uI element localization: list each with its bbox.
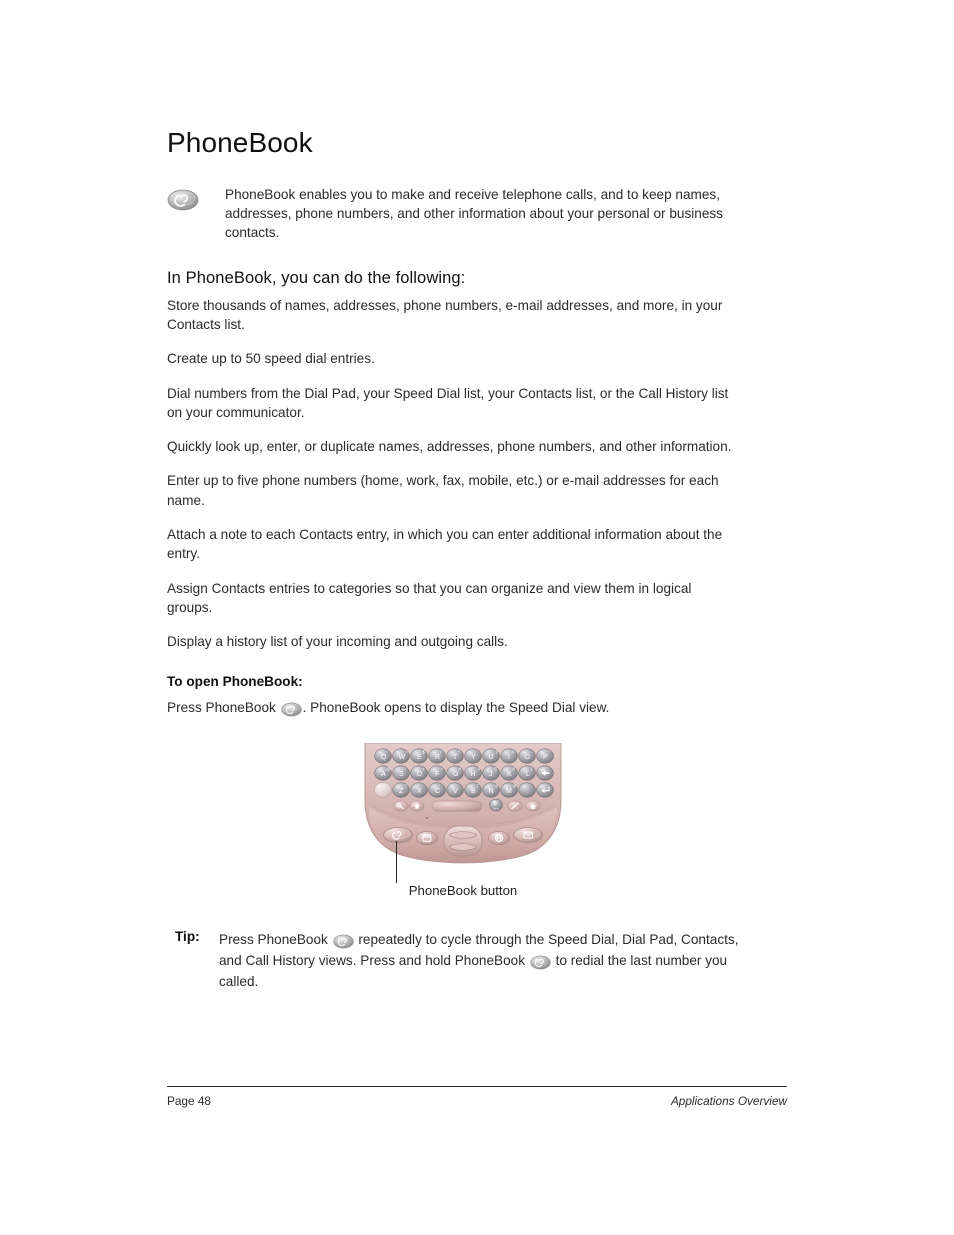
open-phonebook-instruction: Press PhoneBook . PhoneBook opens to dis… — [167, 698, 735, 717]
document-page: PhoneBook PhoneBook enables you to make … — [0, 0, 954, 1235]
list-item: Attach a note to each Contacts entry, in… — [167, 527, 723, 562]
five-way-navigator — [443, 825, 483, 857]
footer-page-number: Page 48 — [167, 1094, 211, 1108]
svg-text:D: D — [417, 771, 422, 778]
svg-text:P: P — [543, 754, 548, 761]
space-key — [431, 800, 483, 812]
open-text-before: Press PhoneBook — [167, 699, 276, 715]
phonebook-button-icon — [332, 934, 354, 949]
tip-text: Press PhoneBook repeatedly to cycle thro… — [219, 929, 759, 992]
intro-block: PhoneBook enables you to make and receiv… — [167, 185, 759, 243]
svg-text:@: @ — [387, 766, 391, 771]
svg-text:J: J — [489, 771, 493, 778]
svg-text:V: V — [453, 788, 458, 795]
svg-text:M: M — [506, 788, 512, 795]
svg-text:Y: Y — [471, 754, 476, 761]
features-list: Store thousands of names, addresses, pho… — [167, 296, 759, 652]
list-item: Create up to 50 speed dial entries. — [167, 351, 375, 367]
svg-text:S: S — [399, 771, 404, 778]
calendar-app-button — [416, 830, 438, 845]
callout-leader-line — [396, 840, 397, 883]
svg-text:Q: Q — [381, 754, 387, 761]
features-heading: In PhoneBook, you can do the following: — [167, 268, 466, 287]
treo-keyboard-illustration: Q ´ W ~ E $ R / T * Y ' U2 I3 O- P " A @ S — [357, 742, 569, 865]
svg-text:A: A — [381, 771, 386, 778]
phonebook-button-icon — [167, 189, 199, 211]
svg-text:W: W — [399, 754, 406, 761]
svg-text:R: R — [435, 754, 440, 761]
svg-text:G: G — [453, 771, 458, 778]
svg-text:F: F — [435, 771, 439, 778]
shift-blank-key — [374, 782, 392, 798]
shift-key — [409, 800, 425, 812]
list-item: Assign Contacts entries to categories so… — [167, 580, 692, 615]
svg-text:L: L — [526, 771, 530, 778]
svg-text:O: O — [525, 754, 531, 761]
svg-text:C: C — [435, 788, 440, 795]
figure-caption: PhoneBook button — [408, 882, 518, 898]
open-phonebook-heading: To open PhoneBook: — [167, 673, 303, 689]
list-item: Display a history list of your incoming … — [167, 634, 508, 650]
svg-text:N: N — [489, 788, 494, 795]
svg-text:!: ! — [405, 766, 406, 771]
open-phonebook-section: To open PhoneBook: Press PhoneBook . Pho… — [167, 674, 759, 717]
phone-app-button — [383, 826, 413, 843]
phonebook-button-icon — [280, 702, 302, 717]
page-footer: Page 48 Applications Overview — [167, 1086, 787, 1108]
list-item: Enter up to five phone numbers (home, wo… — [167, 473, 719, 508]
alt-key — [507, 800, 523, 812]
svg-text:.: . — [526, 788, 528, 795]
tip-block: Tip: Press PhoneBook repeatedly to cycle… — [167, 929, 759, 992]
intro-icon-wrap — [167, 185, 225, 212]
svg-text:E: E — [417, 754, 422, 761]
svg-text:X: X — [417, 788, 422, 795]
footer-section-name: Applications Overview — [670, 1094, 787, 1108]
svg-text:U: U — [489, 754, 494, 761]
phonebook-button-icon — [530, 955, 551, 970]
page-title: PhoneBook — [167, 127, 313, 158]
svg-text:Z: Z — [399, 788, 404, 795]
list-item: Quickly look up, enter, or duplicate nam… — [167, 439, 732, 455]
svg-text:H: H — [471, 771, 476, 778]
svg-text:I: I — [508, 754, 510, 761]
svg-text:B: B — [471, 788, 476, 795]
figure-callout: PhoneBook button — [167, 840, 759, 899]
svg-text:sym: sym — [493, 806, 499, 810]
web-app-button — [488, 830, 510, 845]
svg-text:T: T — [453, 754, 458, 761]
tip-label: Tip: — [175, 928, 200, 944]
list-item: Store thousands of names, addresses, pho… — [167, 297, 723, 332]
home-key — [525, 800, 541, 812]
tip-part-1: Press PhoneBook — [219, 931, 328, 947]
messaging-app-button — [513, 826, 543, 843]
enter-key — [536, 782, 554, 798]
open-text-after: . PhoneBook opens to display the Speed D… — [302, 699, 610, 715]
document-content: PhoneBook PhoneBook enables you to make … — [167, 127, 759, 992]
backspace-key — [536, 765, 554, 781]
zero-key: 0 sym — [489, 798, 503, 812]
option-key — [393, 800, 409, 812]
device-figure: Q ´ W ~ E $ R / T * Y ' U2 I3 O- P " A @ S — [167, 742, 759, 899]
list-item: Dial numbers from the Dial Pad, your Spe… — [167, 385, 729, 420]
intro-text: PhoneBook enables you to make and receiv… — [225, 186, 723, 241]
svg-text:K: K — [507, 771, 512, 778]
